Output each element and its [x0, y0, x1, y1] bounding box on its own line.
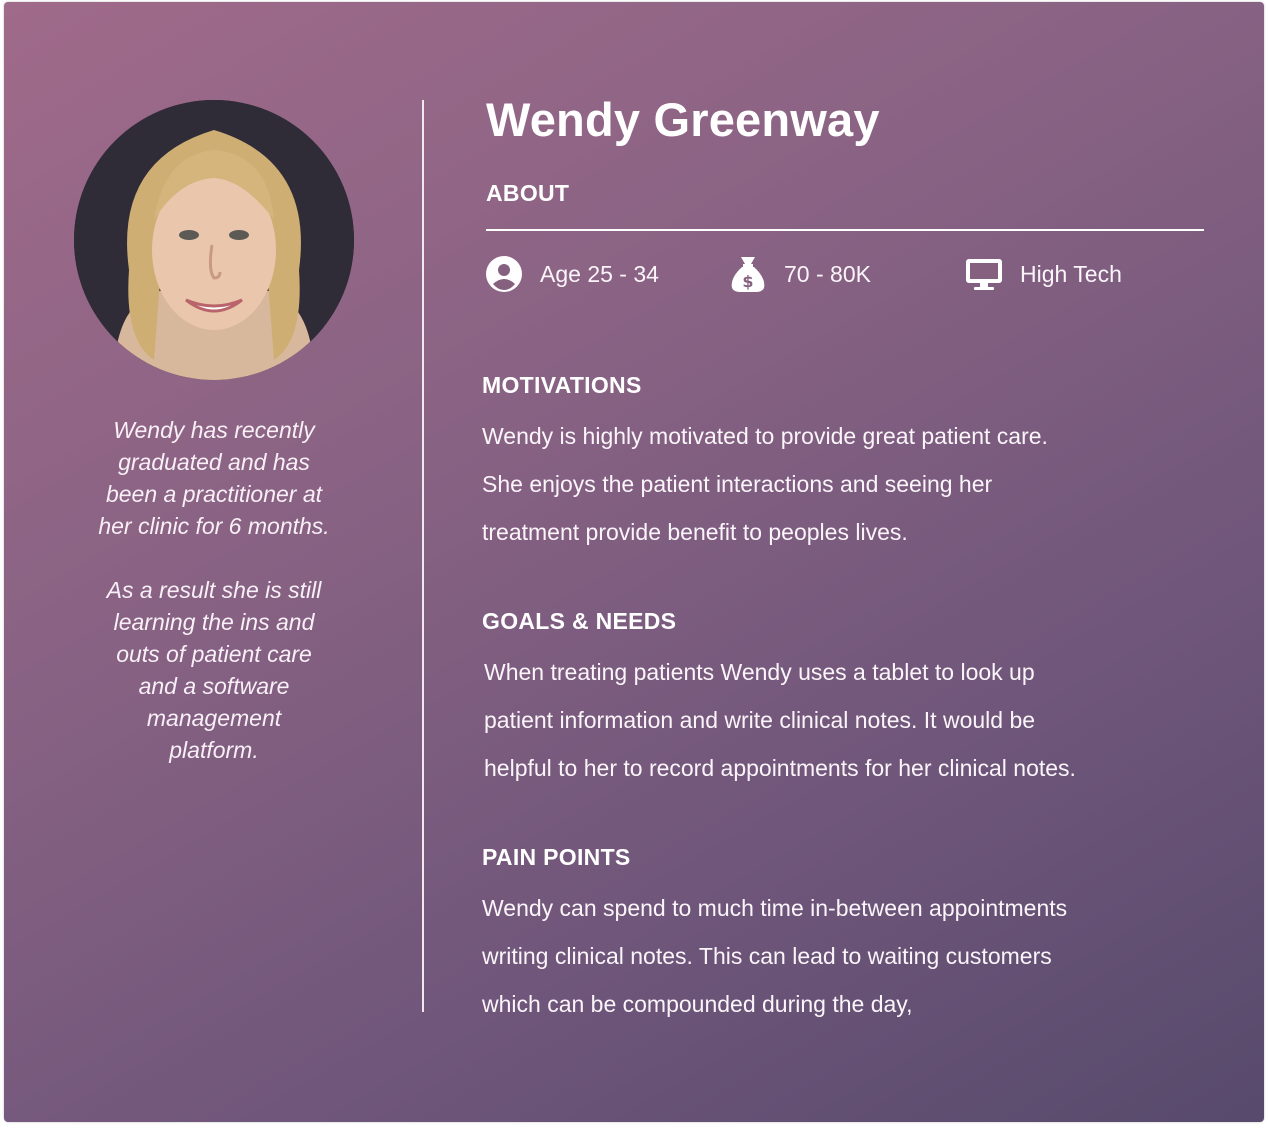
bio-paragraph: Wendy has recently graduated and has bee…	[98, 417, 330, 539]
persona-name: Wendy Greenway	[486, 93, 880, 146]
motivations-heading: MOTIVATIONS	[482, 372, 642, 398]
stat-industry: High Tech	[964, 252, 1122, 296]
goals-body: When treating patients Wendy uses a tabl…	[484, 659, 1076, 781]
svg-text:$: $	[742, 272, 753, 291]
bio-paragraph: As a result she is still learning the in…	[106, 577, 322, 763]
stat-age: Age 25 - 34	[484, 252, 659, 296]
persona-photo	[74, 100, 354, 380]
motivations-body: Wendy is highly motivated to provide gre…	[482, 423, 1048, 545]
stat-age-text: Age 25 - 34	[540, 260, 659, 287]
about-heading: ABOUT	[486, 180, 570, 206]
portrait-photo	[74, 100, 354, 380]
money-bag-icon: $	[728, 254, 768, 294]
stat-income-text: 70 - 80K	[784, 260, 871, 287]
persona-bio: Wendy has recently graduated and has bee…	[64, 414, 364, 766]
user-circle-icon	[484, 254, 524, 294]
vertical-divider	[422, 100, 424, 1012]
stat-income: $ 70 - 80K	[728, 252, 871, 296]
goals-heading: GOALS & NEEDS	[482, 608, 677, 634]
stat-industry-text: High Tech	[1020, 260, 1122, 287]
pain-points-body: Wendy can spend to much time in-between …	[482, 895, 1068, 1017]
about-divider	[486, 229, 1204, 231]
monitor-icon	[964, 254, 1004, 294]
pain-points-heading: PAIN POINTS	[482, 844, 631, 870]
persona-card: Wendy has recently graduated and has bee…	[4, 2, 1264, 1122]
